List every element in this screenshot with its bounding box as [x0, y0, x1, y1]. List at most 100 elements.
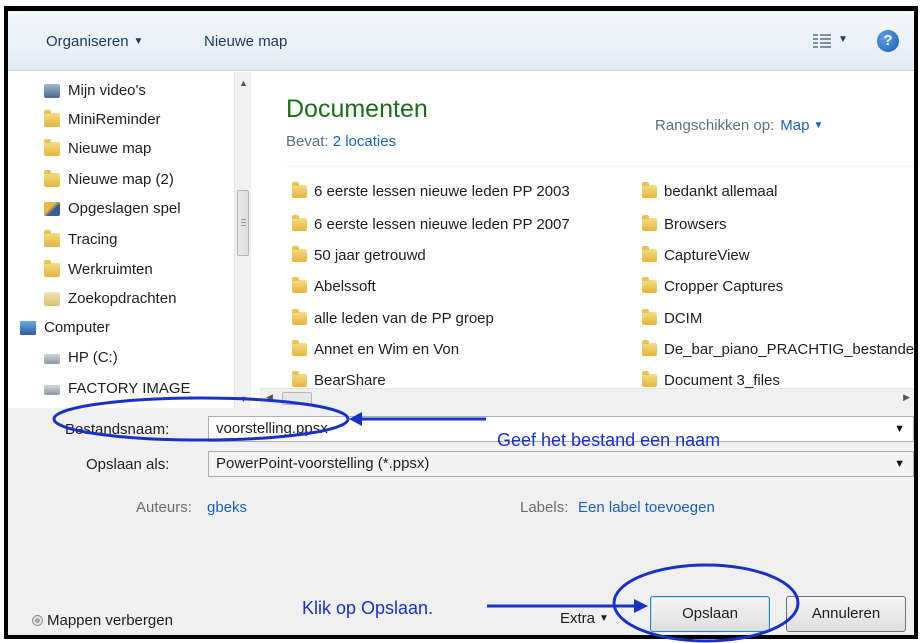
- organise-label: Organiseren: [46, 33, 129, 50]
- chevron-down-icon[interactable]: ▼: [894, 452, 905, 476]
- locations-link[interactable]: 2 locaties: [333, 133, 396, 150]
- filename-value: voorstelling.ppsx: [216, 420, 328, 437]
- scroll-left-icon[interactable]: ◀: [266, 392, 273, 403]
- nav-item-videos[interactable]: Mijn video's: [44, 78, 146, 104]
- folder-icon: [642, 182, 657, 198]
- file-name: CaptureView: [664, 247, 750, 264]
- file-name: 6 eerste lessen nieuwe leden PP 2003: [314, 183, 570, 200]
- nav-item-label: HP (C:): [68, 349, 118, 366]
- folder-icon: [292, 309, 307, 325]
- list-item[interactable]: DCIM: [642, 307, 703, 331]
- folder-icon: [292, 246, 307, 262]
- nav-item-zoekopdrachten[interactable]: Zoekopdrachten: [44, 286, 177, 312]
- filename-label: Bestandsnaam:: [65, 421, 170, 438]
- nav-item-computer[interactable]: Computer: [20, 315, 110, 341]
- tools-label: Extra: [560, 610, 596, 627]
- file-name: 6 eerste lessen nieuwe leden PP 2007: [314, 216, 570, 233]
- file-name: Annet en Wim en Von: [314, 341, 460, 358]
- nav-item-tracing[interactable]: Tracing: [44, 227, 117, 253]
- hide-folders-toggle[interactable]: Mappen verbergen: [32, 612, 173, 629]
- tags-label: Labels:: [520, 499, 569, 516]
- folder-icon: [292, 371, 307, 387]
- file-name: DCIM: [664, 310, 703, 327]
- nav-item-label: MiniReminder: [68, 111, 161, 128]
- scroll-up-icon[interactable]: ▲: [239, 78, 248, 88]
- nav-item-label: Werkruimten: [68, 261, 153, 278]
- file-list-pane: Documenten Bevat: 2 locaties Rangschikke…: [260, 72, 914, 389]
- folder-icon: [642, 246, 657, 262]
- video-folder-icon: [44, 84, 60, 98]
- new-folder-button[interactable]: Nieuwe map: [204, 33, 287, 50]
- list-item[interactable]: alle leden van de PP groep: [292, 307, 494, 331]
- tools-menu[interactable]: Extra ▼: [560, 610, 609, 627]
- folder-icon: [642, 340, 657, 356]
- chevron-down-icon[interactable]: ▼: [813, 120, 823, 131]
- save-dialog: Organiseren ▼ Nieuwe map ▼ ? Mijn video's…: [4, 6, 918, 639]
- file-name: Browsers: [664, 216, 727, 233]
- saveas-type-select[interactable]: PowerPoint-voorstelling (*.ppsx) ▼: [208, 451, 914, 477]
- folder-icon: [642, 309, 657, 325]
- horizontal-scrollbar[interactable]: ◀ ▶: [260, 388, 914, 408]
- nav-item-minireminder[interactable]: MiniReminder: [44, 107, 161, 133]
- folder-icon: [642, 277, 657, 293]
- scroll-down-icon[interactable]: ▼: [239, 394, 248, 404]
- list-item[interactable]: De_bar_piano_PRACHTIG_bestanden: [642, 338, 914, 362]
- drive-icon: [44, 385, 60, 395]
- file-name: Abelssoft: [314, 278, 376, 295]
- nav-item-werkruimten[interactable]: Werkruimten: [44, 257, 153, 283]
- list-item[interactable]: Cropper Captures: [642, 275, 784, 299]
- view-options-icon[interactable]: [813, 33, 831, 49]
- library-title: Documenten: [286, 95, 428, 123]
- file-name: BearShare: [314, 372, 386, 389]
- list-item[interactable]: bedankt allemaal: [642, 180, 778, 204]
- authors-value[interactable]: gbeks: [207, 499, 247, 516]
- file-name: 50 jaar getrouwd: [314, 247, 426, 264]
- arrange-by: Rangschikken op: Map ▼: [655, 117, 823, 134]
- help-icon[interactable]: ?: [877, 30, 899, 52]
- folder-icon: [292, 215, 307, 231]
- contains-label: Bevat:: [286, 133, 329, 150]
- nav-item-nieuwe-map[interactable]: Nieuwe map: [44, 136, 151, 162]
- nav-item-hp-drive[interactable]: HP (C:): [44, 345, 118, 371]
- nav-item-label: Computer: [44, 319, 110, 336]
- scroll-right-icon[interactable]: ▶: [903, 392, 910, 403]
- nav-item-factory-image[interactable]: FACTORY IMAGE: [44, 376, 191, 402]
- nav-item-label: Zoekopdrachten: [68, 290, 177, 307]
- list-item[interactable]: Annet en Wim en Von: [292, 338, 460, 362]
- cancel-button[interactable]: Annuleren: [786, 596, 906, 632]
- file-name: Cropper Captures: [664, 278, 784, 295]
- nav-scroll-thumb[interactable]: [237, 190, 249, 256]
- list-item[interactable]: 50 jaar getrouwd: [292, 244, 426, 268]
- folder-icon: [44, 139, 60, 156]
- save-form: Bestandsnaam: voorstelling.ppsx ▼ Opslaa…: [8, 408, 914, 635]
- nav-item-nieuwe-map-2[interactable]: Nieuwe map (2): [44, 167, 174, 193]
- save-button[interactable]: Opslaan: [650, 596, 770, 632]
- hide-folders-label: Mappen verbergen: [47, 612, 173, 629]
- arrange-dropdown[interactable]: Map: [780, 117, 809, 134]
- organise-menu[interactable]: Organiseren ▼: [46, 33, 143, 50]
- list-item[interactable]: CaptureView: [642, 244, 750, 268]
- collapse-icon: [32, 615, 43, 626]
- chevron-down-icon[interactable]: ▼: [894, 417, 905, 441]
- file-name: bedankt allemaal: [664, 183, 778, 200]
- list-item[interactable]: Abelssoft: [292, 275, 376, 299]
- folder-icon: [642, 371, 657, 387]
- nav-item-label: Nieuwe map (2): [68, 171, 174, 188]
- nav-scrollbar[interactable]: ▲ ▼: [234, 72, 251, 408]
- list-item[interactable]: 6 eerste lessen nieuwe leden PP 2003: [292, 180, 570, 204]
- folder-icon: [292, 182, 307, 198]
- file-name: alle leden van de PP groep: [314, 310, 494, 327]
- nav-item-saved-games[interactable]: Opgeslagen spel: [44, 196, 181, 222]
- nav-item-label: FACTORY IMAGE: [68, 380, 191, 397]
- view-dropdown-icon[interactable]: ▼: [838, 34, 848, 45]
- folder-icon: [44, 230, 60, 247]
- command-bar: Organiseren ▼ Nieuwe map ▼ ?: [8, 11, 914, 71]
- list-item[interactable]: 6 eerste lessen nieuwe leden PP 2007: [292, 213, 570, 237]
- nav-item-label: Opgeslagen spel: [68, 200, 181, 217]
- divider: [286, 166, 914, 167]
- chevron-down-icon: ▼: [599, 613, 609, 624]
- horizontal-scroll-thumb[interactable]: [282, 392, 312, 405]
- list-item[interactable]: Browsers: [642, 213, 727, 237]
- annotation-click-hint: Klik op Opslaan.: [302, 598, 434, 618]
- add-tag-link[interactable]: Een label toevoegen: [578, 499, 715, 516]
